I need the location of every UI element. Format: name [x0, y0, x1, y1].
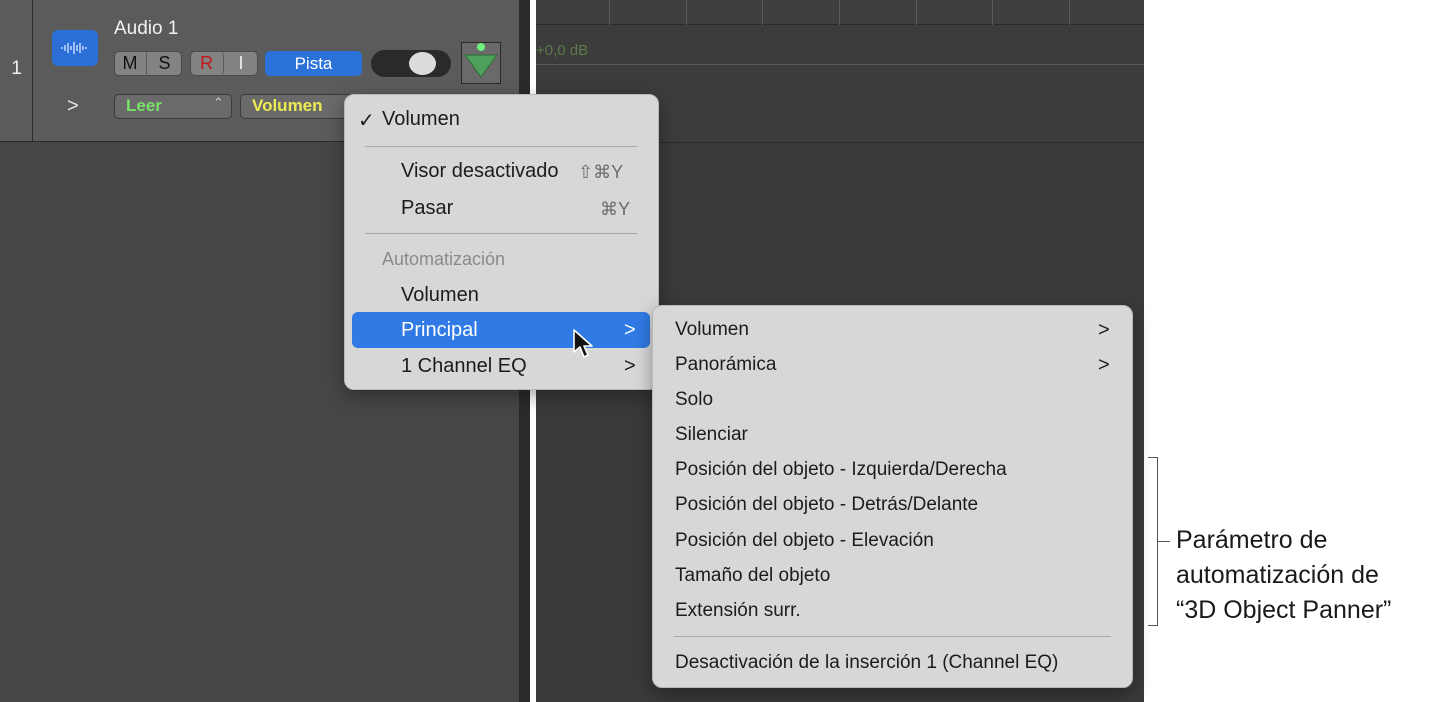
- solo-button[interactable]: S: [147, 51, 182, 76]
- waveform-icon[interactable]: [52, 30, 98, 66]
- menu-section-header: Automatización: [382, 249, 506, 269]
- ruler-tick: [916, 0, 917, 25]
- callout-line-2: automatización de: [1176, 561, 1379, 589]
- track-number: 1: [11, 58, 22, 79]
- pasar-shortcut: ⌘Y: [600, 199, 631, 219]
- record-enable-button[interactable]: R: [190, 51, 224, 76]
- chevron-right-icon: >: [1098, 354, 1110, 376]
- ruler-tick: [992, 0, 993, 25]
- callout-line-3: “3D Object Panner”: [1176, 596, 1392, 624]
- callout-leader-line: [1158, 541, 1170, 542]
- menu-item-channel-eq[interactable]: 1 Channel EQ: [401, 355, 527, 378]
- menu-item-volumen-checked[interactable]: Volumen: [382, 108, 460, 131]
- track-name[interactable]: Audio 1: [114, 18, 178, 40]
- updown-arrows-icon: ⌃: [213, 95, 224, 110]
- menu-item-principal-highlight[interactable]: [352, 312, 650, 348]
- menu-separator: [365, 146, 637, 147]
- callout-line-1: Parámetro de: [1176, 526, 1328, 554]
- input-monitor-button[interactable]: I: [224, 51, 258, 76]
- chevron-right-icon: >: [624, 355, 636, 377]
- level-meter-icon: [461, 42, 501, 84]
- submenu-item-insert-bypass[interactable]: Desactivación de la inserción 1 (Channel…: [675, 652, 1058, 674]
- submenu-item-solo[interactable]: Solo: [675, 389, 713, 411]
- automation-mode-label: Leer: [126, 96, 162, 115]
- submenu-separator: [674, 636, 1111, 637]
- ruler-tick: [839, 0, 840, 25]
- track-button[interactable]: Pista: [265, 51, 362, 76]
- menu-item-principal[interactable]: Principal: [401, 319, 478, 342]
- mute-button[interactable]: M: [114, 51, 147, 76]
- chevron-right-icon: >: [624, 319, 636, 341]
- ruler-tick: [609, 0, 610, 25]
- menu-item-volumen[interactable]: Volumen: [401, 284, 479, 307]
- timeline-ruler[interactable]: [536, 0, 1144, 25]
- visor-shortcut: ⇧⌘Y: [578, 162, 624, 182]
- expand-chevron-icon[interactable]: >: [67, 95, 83, 119]
- submenu-item-object-size[interactable]: Tamaño del objeto: [675, 565, 830, 587]
- ruler-tick: [1069, 0, 1070, 25]
- submenu-item-panoramica[interactable]: Panorámica: [675, 354, 776, 376]
- submenu-item-silenciar[interactable]: Silenciar: [675, 424, 748, 446]
- ruler-tick: [762, 0, 763, 25]
- callout-bracket: [1148, 457, 1158, 626]
- submenu-item-object-elevation[interactable]: Posición del objeto - Elevación: [675, 530, 934, 552]
- toggle-knob: [409, 52, 436, 75]
- menu-separator: [365, 233, 637, 234]
- mouse-pointer-icon: [572, 328, 596, 360]
- submenu-item-object-lr[interactable]: Posición del objeto - Izquierda/Derecha: [675, 459, 1007, 481]
- callout-text: Parámetro de automatización de “3D Objec…: [1176, 523, 1391, 628]
- ruler-tick: [686, 0, 687, 25]
- chevron-right-icon: >: [1098, 319, 1110, 341]
- menu-checkmark-icon: ✓: [358, 110, 375, 132]
- menu-item-pasar[interactable]: Pasar: [401, 197, 453, 220]
- automation-value-label: +0,0 dB: [536, 42, 589, 59]
- menu-item-visor-desactivado[interactable]: Visor desactivado: [401, 160, 559, 183]
- submenu-item-surround-spread[interactable]: Extensión surr.: [675, 600, 801, 622]
- automation-line[interactable]: [536, 64, 1144, 65]
- submenu-item-volumen[interactable]: Volumen: [675, 319, 749, 341]
- submenu-item-object-fb[interactable]: Posición del objeto - Detrás/Delante: [675, 494, 978, 516]
- automation-parameter-label: Volumen: [252, 96, 323, 115]
